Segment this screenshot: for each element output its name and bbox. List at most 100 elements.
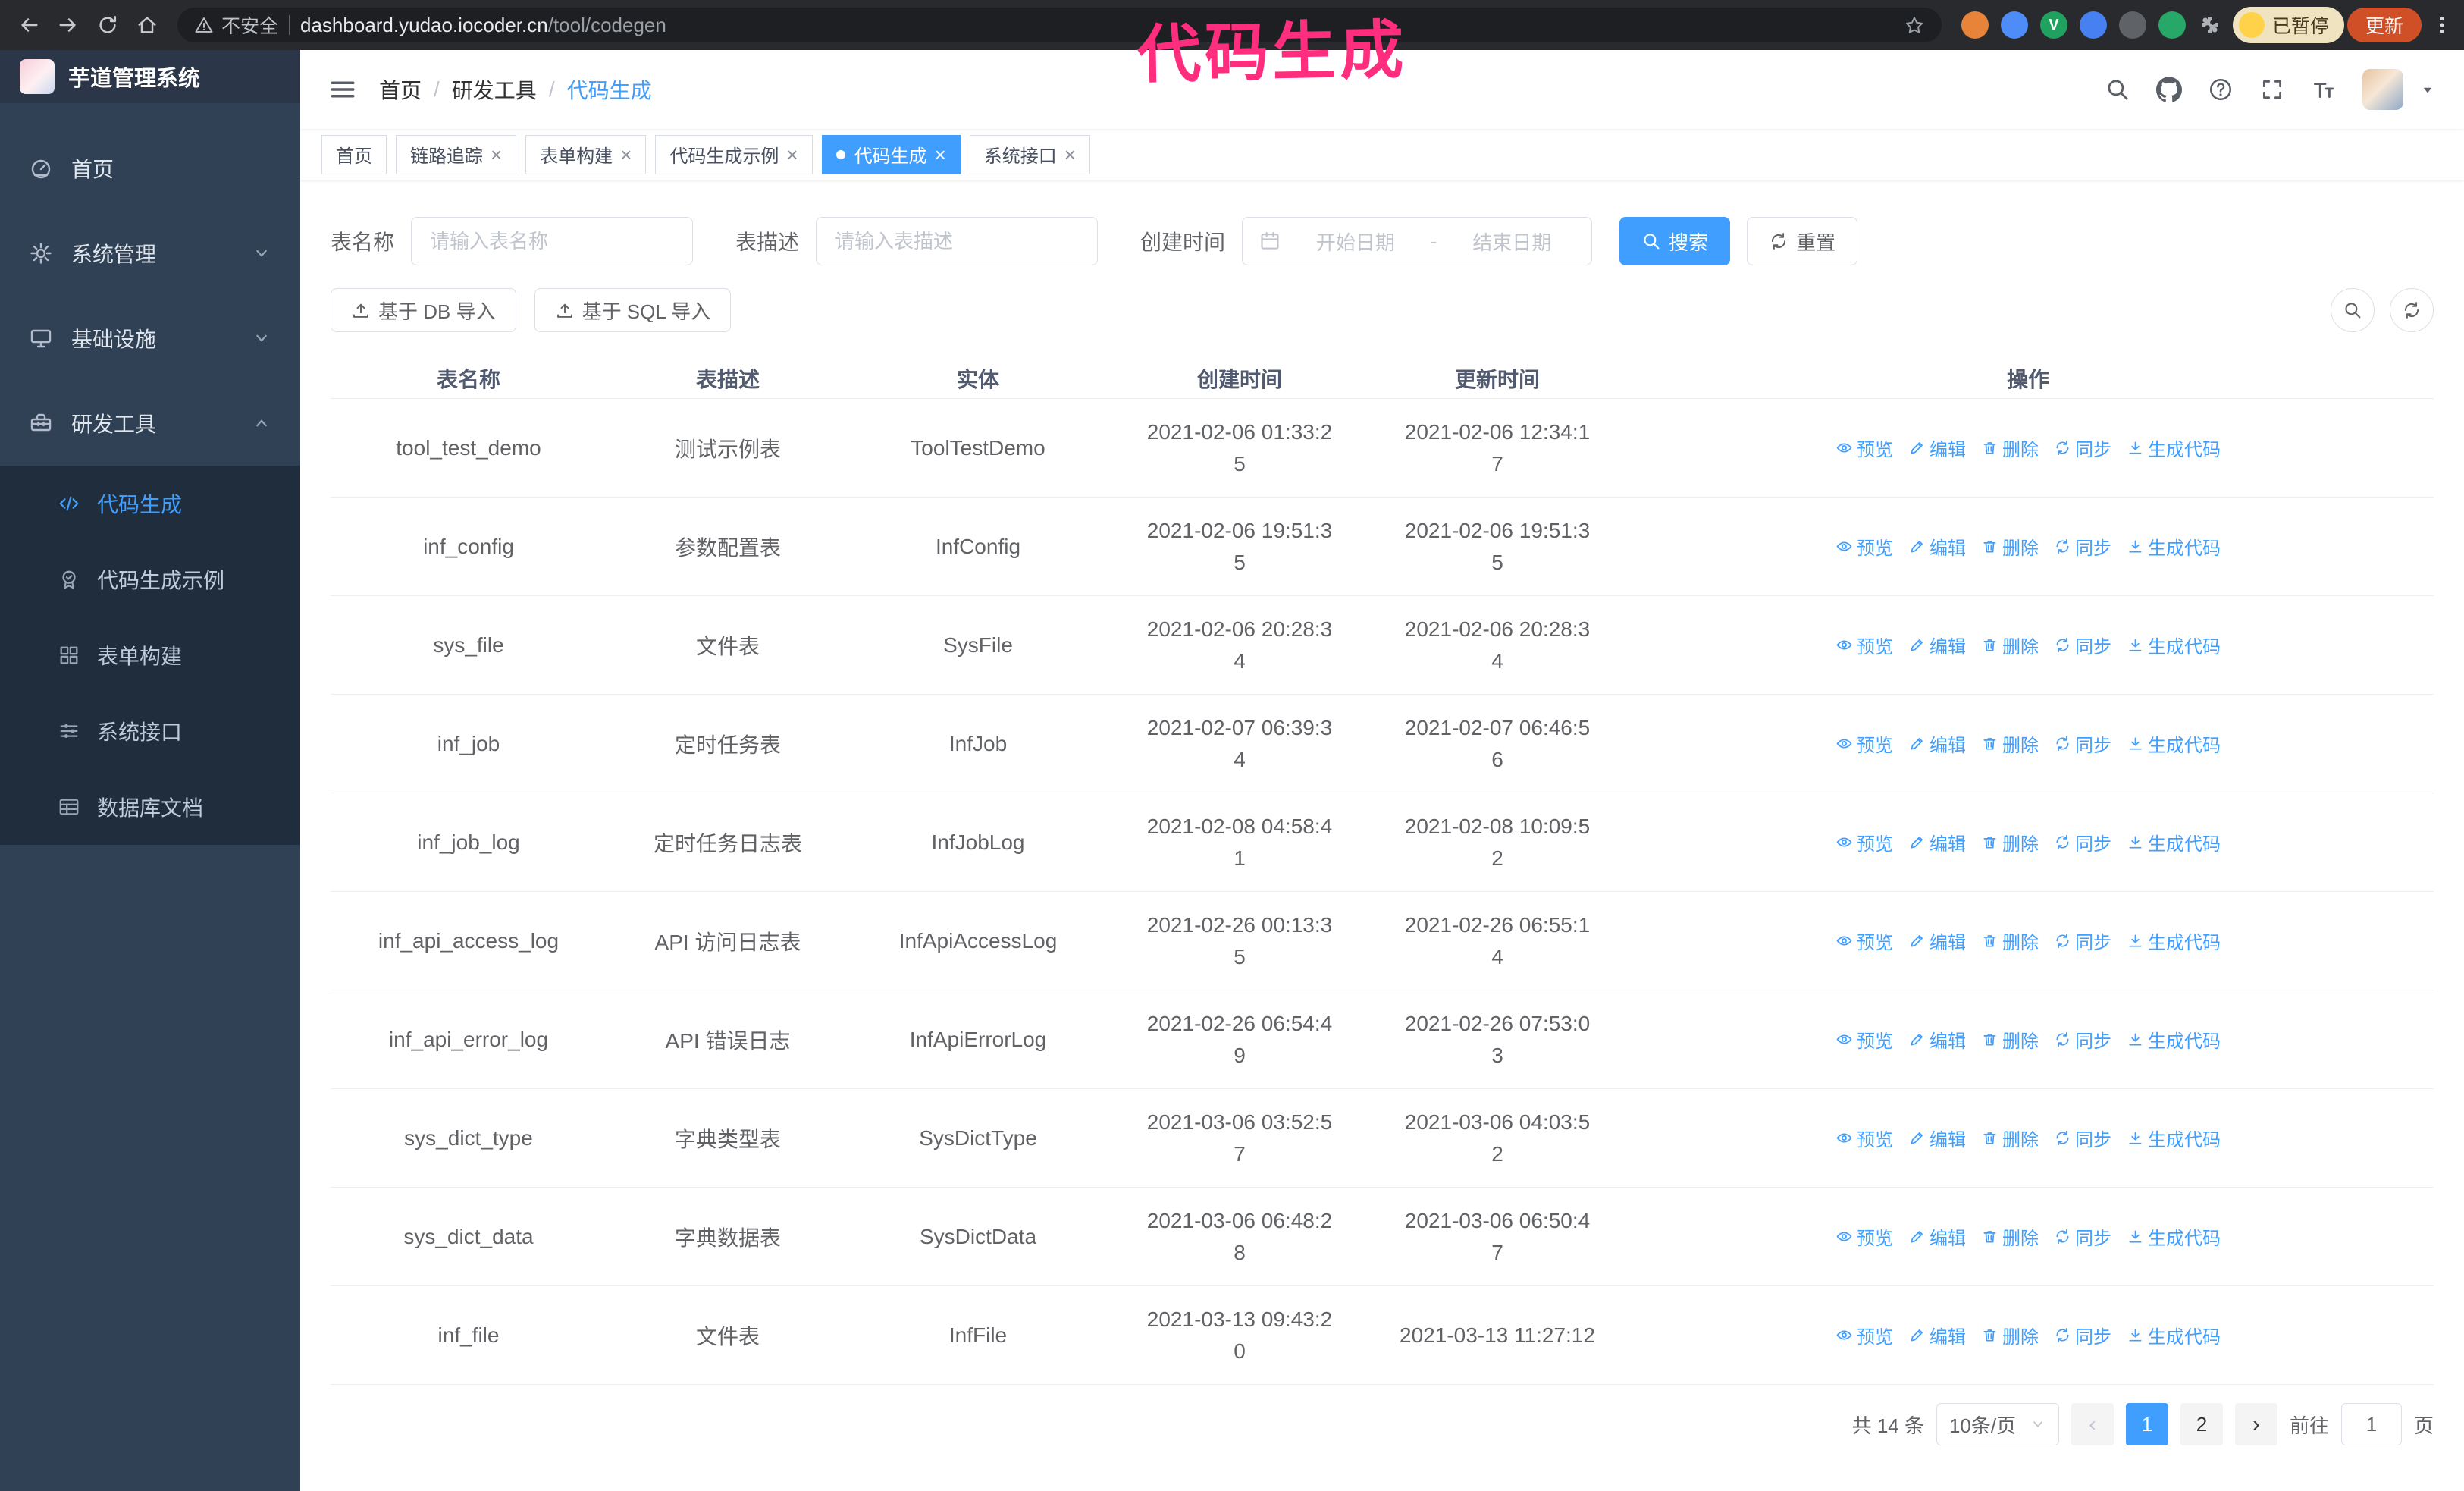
action-delete-link[interactable]: 删除 [1981, 1125, 2039, 1151]
extension-icon-5[interactable] [2118, 11, 2146, 39]
sidebar-item-codegen-example[interactable]: 代码生成示例 [0, 541, 300, 617]
sidebar-item-form-builder[interactable]: 表单构建 [0, 617, 300, 693]
github-icon[interactable] [2156, 77, 2182, 102]
action-sync-link[interactable]: 同步 [2054, 928, 2111, 954]
sidebar-item-home[interactable]: 首页 [0, 126, 300, 211]
reset-button[interactable]: 重置 [1747, 217, 1858, 265]
browser-forward-button[interactable] [50, 7, 86, 43]
import-sql-button[interactable]: 基于 SQL 导入 [534, 288, 732, 332]
fullscreen-icon[interactable] [2259, 77, 2285, 102]
action-delete-link[interactable]: 删除 [1981, 533, 2039, 560]
action-delete-link[interactable]: 删除 [1981, 435, 2039, 461]
action-preview-link[interactable]: 预览 [1835, 1223, 1893, 1250]
sidebar-item-dev-tools[interactable]: 研发工具 [0, 381, 300, 466]
action-preview-link[interactable]: 预览 [1835, 928, 1893, 954]
action-edit-link[interactable]: 编辑 [1908, 533, 1966, 560]
search-button[interactable]: 搜索 [1619, 217, 1731, 265]
profile-paused-chip[interactable]: 已暂停 [2232, 7, 2344, 43]
tab-form-builder[interactable]: 表单构建 × [525, 134, 647, 174]
tab-close-icon[interactable]: × [1064, 145, 1076, 165]
breadcrumb-item-devtools[interactable]: 研发工具 [452, 74, 537, 105]
action-sync-link[interactable]: 同步 [2054, 829, 2111, 855]
extension-icon-6[interactable] [2158, 11, 2186, 39]
action-generate-code-link[interactable]: 生成代码 [2127, 435, 2221, 461]
action-preview-link[interactable]: 预览 [1835, 1026, 1893, 1053]
action-preview-link[interactable]: 预览 [1835, 533, 1893, 560]
pagination-page-1[interactable]: 1 [2125, 1403, 2168, 1445]
action-delete-link[interactable]: 删除 [1981, 1026, 2039, 1053]
action-preview-link[interactable]: 预览 [1835, 730, 1893, 757]
browser-reload-button[interactable] [89, 7, 126, 43]
action-generate-code-link[interactable]: 生成代码 [2127, 928, 2221, 954]
import-db-button[interactable]: 基于 DB 导入 [331, 288, 516, 332]
bookmark-star-icon[interactable] [1904, 14, 1925, 36]
sidebar-item-codegen[interactable]: 代码生成 [0, 466, 300, 541]
pagination-next-button[interactable]: › [2234, 1403, 2277, 1445]
font-size-icon[interactable] [2311, 77, 2337, 102]
action-edit-link[interactable]: 编辑 [1908, 1026, 1966, 1053]
table-name-input[interactable] [411, 217, 694, 265]
toggle-search-button[interactable] [2331, 288, 2375, 332]
sidebar-item-infrastructure[interactable]: 基础设施 [0, 296, 300, 381]
tab-codegen-example[interactable]: 代码生成示例 × [655, 134, 813, 174]
action-sync-link[interactable]: 同步 [2054, 730, 2111, 757]
extension-icon-4[interactable] [2079, 11, 2107, 39]
action-edit-link[interactable]: 编辑 [1908, 829, 1966, 855]
address-bar[interactable]: 不安全 dashboard.yudao.iocoder.cn/tool/code… [177, 8, 1942, 42]
goto-page-input[interactable] [2340, 1403, 2402, 1445]
extensions-puzzle-icon[interactable] [2198, 13, 2222, 37]
action-edit-link[interactable]: 编辑 [1908, 1125, 1966, 1151]
user-avatar[interactable] [2362, 69, 2403, 110]
action-preview-link[interactable]: 预览 [1835, 829, 1893, 855]
action-delete-link[interactable]: 删除 [1981, 829, 2039, 855]
page-size-select[interactable]: 10条/页 [1936, 1403, 2059, 1445]
tab-home[interactable]: 首页 [321, 134, 387, 174]
tab-tracing[interactable]: 链路追踪 × [396, 134, 517, 174]
action-sync-link[interactable]: 同步 [2054, 1223, 2111, 1250]
tab-close-icon[interactable]: × [786, 145, 798, 165]
extension-icon-2[interactable] [2000, 11, 2028, 39]
action-preview-link[interactable]: 预览 [1835, 1125, 1893, 1151]
action-generate-code-link[interactable]: 生成代码 [2127, 829, 2221, 855]
tab-system-api[interactable]: 系统接口 × [969, 134, 1090, 174]
sidebar-item-system-mgmt[interactable]: 系统管理 [0, 211, 300, 296]
action-edit-link[interactable]: 编辑 [1908, 632, 1966, 658]
pagination-prev-button[interactable]: ‹ [2071, 1403, 2114, 1445]
refresh-table-button[interactable] [2390, 288, 2434, 332]
sidebar-item-db-docs[interactable]: 数据库文档 [0, 769, 300, 845]
table-desc-input[interactable] [816, 217, 1099, 265]
action-edit-link[interactable]: 编辑 [1908, 928, 1966, 954]
browser-home-button[interactable] [129, 7, 165, 43]
action-edit-link[interactable]: 编辑 [1908, 435, 1966, 461]
action-sync-link[interactable]: 同步 [2054, 1125, 2111, 1151]
extension-icon-1[interactable] [1961, 11, 1989, 39]
action-delete-link[interactable]: 删除 [1981, 928, 2039, 954]
tab-close-icon[interactable]: × [620, 145, 632, 165]
action-generate-code-link[interactable]: 生成代码 [2127, 533, 2221, 560]
action-generate-code-link[interactable]: 生成代码 [2127, 1322, 2221, 1348]
action-edit-link[interactable]: 编辑 [1908, 1223, 1966, 1250]
action-generate-code-link[interactable]: 生成代码 [2127, 730, 2221, 757]
security-indicator[interactable]: 不安全 [194, 11, 278, 39]
help-question-icon[interactable] [2208, 77, 2234, 102]
action-delete-link[interactable]: 删除 [1981, 632, 2039, 658]
search-icon[interactable] [2105, 77, 2130, 102]
action-edit-link[interactable]: 编辑 [1908, 1322, 1966, 1348]
action-preview-link[interactable]: 预览 [1835, 435, 1893, 461]
action-preview-link[interactable]: 预览 [1835, 632, 1893, 658]
action-delete-link[interactable]: 删除 [1981, 1322, 2039, 1348]
action-generate-code-link[interactable]: 生成代码 [2127, 1026, 2221, 1053]
tab-close-icon[interactable]: × [935, 145, 946, 165]
action-sync-link[interactable]: 同步 [2054, 1026, 2111, 1053]
sidebar-logo[interactable]: 芋道管理系统 [0, 50, 300, 103]
action-sync-link[interactable]: 同步 [2054, 1322, 2111, 1348]
action-generate-code-link[interactable]: 生成代码 [2127, 1125, 2221, 1151]
caret-down-icon[interactable] [2419, 80, 2437, 99]
hamburger-icon[interactable] [328, 74, 358, 105]
breadcrumb-item-home[interactable]: 首页 [379, 74, 422, 105]
action-generate-code-link[interactable]: 生成代码 [2127, 632, 2221, 658]
tab-codegen[interactable]: 代码生成 × [821, 134, 961, 174]
action-sync-link[interactable]: 同步 [2054, 632, 2111, 658]
browser-update-button[interactable]: 更新 [2346, 8, 2422, 42]
action-preview-link[interactable]: 预览 [1835, 1322, 1893, 1348]
